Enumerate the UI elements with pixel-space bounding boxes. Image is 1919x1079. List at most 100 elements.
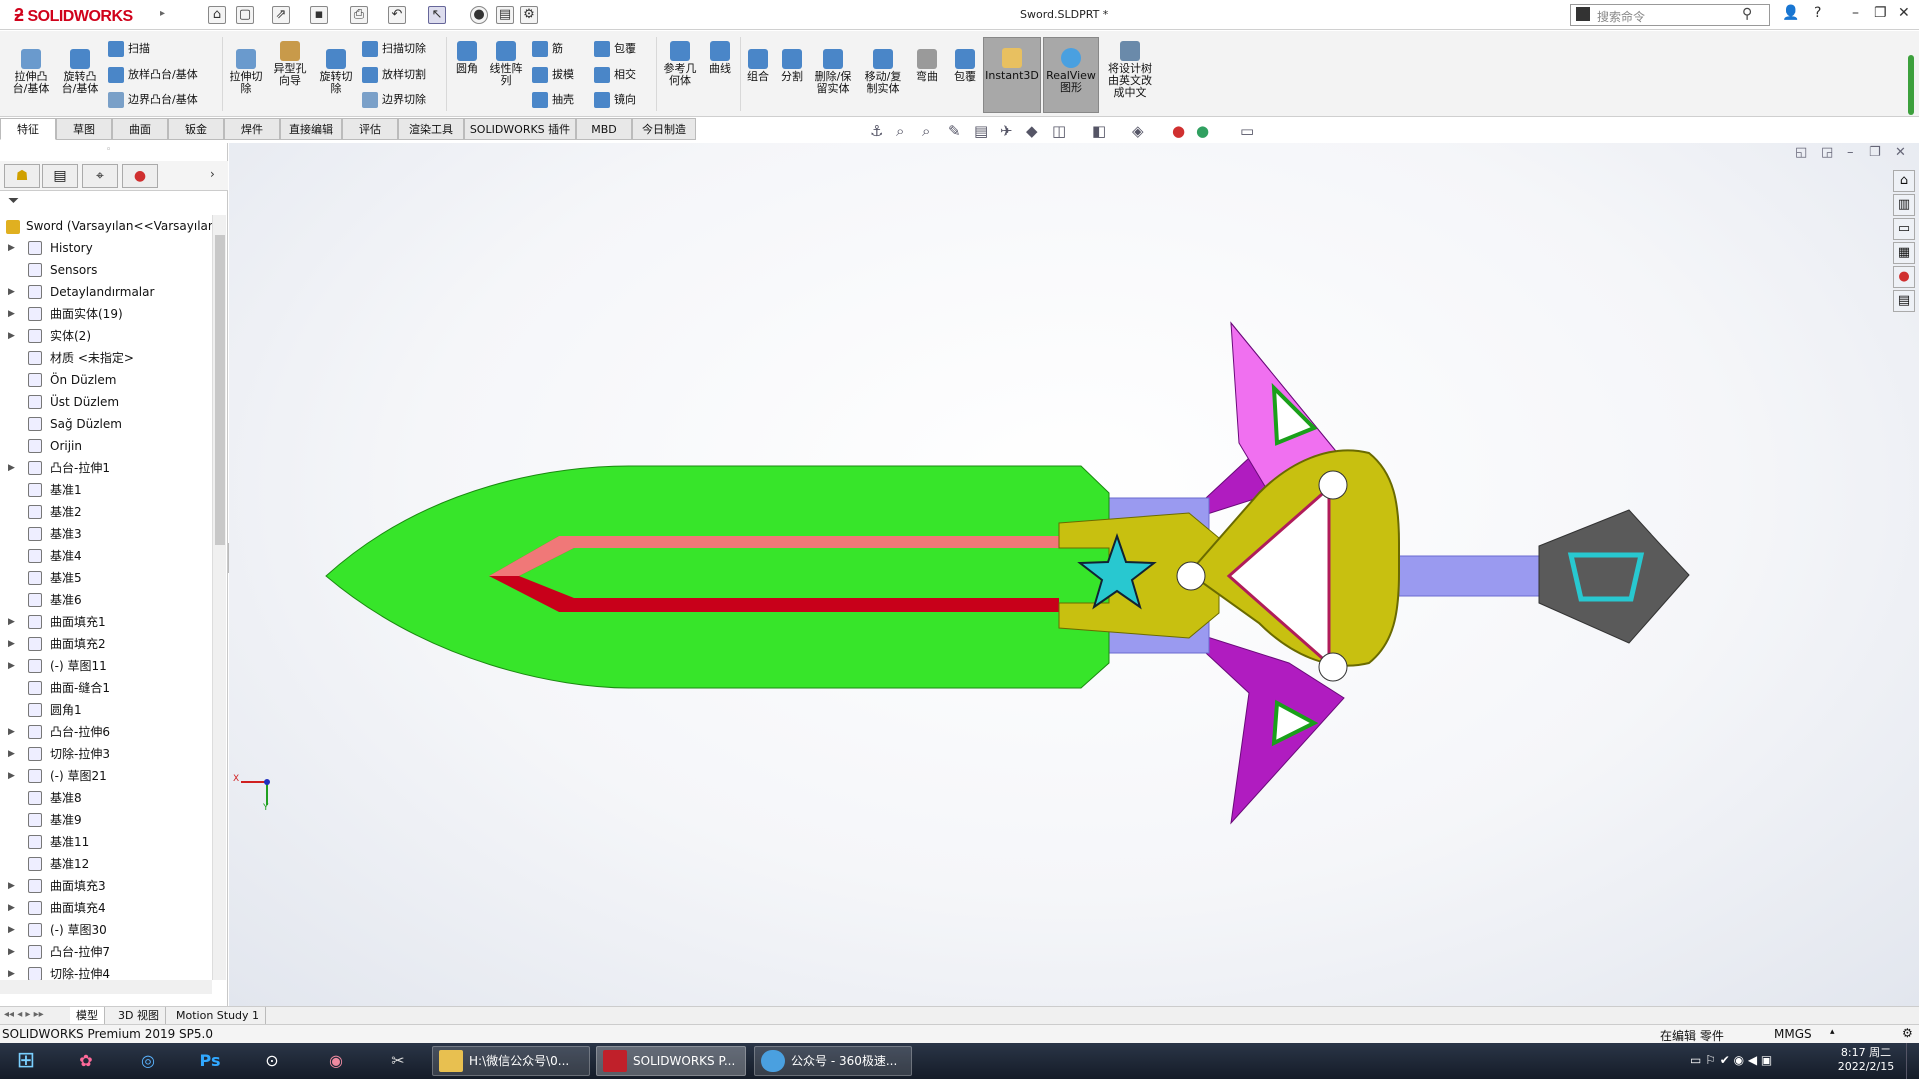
tree-node[interactable]: 基准5 [0,567,212,589]
apply-scene-icon[interactable]: ◈ [1132,122,1144,140]
wrap-button[interactable]: 包覆 [594,39,636,59]
tree-node[interactable]: Orijin [0,435,212,457]
display-style-icon[interactable]: ◆ [1026,122,1038,140]
expand-arrow-icon[interactable]: ▶ [8,325,15,347]
home-icon[interactable]: ⌂ [208,6,226,24]
flex-button[interactable]: 弯曲 [910,49,944,83]
tree-node[interactable]: 基准4 [0,545,212,567]
tree-root-part[interactable]: Sword (Varsayılan<<Varsayılan [6,215,212,237]
tree-node[interactable]: 材质 <未指定> [0,347,212,369]
sword-model[interactable] [229,143,1919,1008]
expand-arrow-icon[interactable]: ▶ [8,897,15,919]
tree-node[interactable]: ▶ 曲面填充3 [0,875,212,897]
photoshop-icon[interactable]: Ps [188,1046,232,1076]
expand-arrow-icon[interactable]: ▶ [8,875,15,897]
tree-node[interactable]: 曲面-缝合1 [0,677,212,699]
save-icon[interactable]: ▪ [310,6,328,24]
linear-pattern-button[interactable]: 线性阵 列 [486,41,526,87]
appearances-icon[interactable]: ● [1893,266,1915,288]
tree-node[interactable]: 基准12 [0,853,212,875]
tree-node[interactable]: ▶ 实体(2) [0,325,212,347]
tree-node[interactable]: 基准2 [0,501,212,523]
search-icon[interactable]: ⚲ [1742,6,1752,22]
tree-node[interactable]: Sensors [0,259,212,281]
tree-node[interactable]: 基准11 [0,831,212,853]
dynamic-annotation-icon[interactable]: ▤ [974,122,988,140]
task-pane-home-icon[interactable]: ⌂ [1893,170,1915,192]
tree-node[interactable]: ▶ 凸台-拉伸7 [0,941,212,963]
file-properties-icon[interactable]: ▤ [496,6,514,24]
tree-node[interactable]: ▶ (-) 草图11 [0,655,212,677]
tree-node[interactable]: Ön Düzlem [0,369,212,391]
tab-scroll-arrows-icon[interactable]: ◂◂ ◂ ▸ ▸▸ [4,1009,44,1020]
select-pointer-icon[interactable]: ↖ [428,6,446,24]
solidworks-logo[interactable]: ƻ SOLIDWORKS [14,5,133,26]
lofted-cut-button[interactable]: 放样切割 [362,65,426,85]
loft-boss-button[interactable]: 放样凸台/基体 [108,65,198,85]
expand-arrow-icon[interactable]: ▶ [8,303,15,325]
edit-appearance-icon[interactable]: ◧ [1092,122,1106,140]
tree-node[interactable]: Üst Düzlem [0,391,212,413]
tree-node[interactable]: ▶ (-) 草图21 [0,765,212,787]
tab-addins[interactable]: SOLIDWORKS 插件 [464,118,576,140]
mirror-button[interactable]: 镜向 [594,90,636,110]
tree-node[interactable]: ▶ 曲面填充4 [0,897,212,919]
tab-sketch[interactable]: 草图 [56,118,112,140]
restore-icon[interactable]: ❐ [1874,5,1887,21]
media-app-icon[interactable]: ⊙ [250,1046,294,1076]
units-arrow-icon[interactable]: ▴ [1830,1027,1835,1037]
zoom-to-fit-icon[interactable]: ⚓ [870,122,883,140]
tree-node[interactable]: ▶ (-) 草图30 [0,919,212,941]
tab-evaluate[interactable]: 评估 [342,118,398,140]
tab-features[interactable]: 特征 [0,118,56,140]
taskbar-app-browser[interactable]: 公众号 - 360极速... [754,1046,912,1076]
open-icon[interactable]: ⇗ [272,6,290,24]
expand-arrow-icon[interactable]: ▶ [8,281,15,303]
logo-menu-arrow-icon[interactable]: ▸ [160,8,165,19]
user-account-icon[interactable]: 👤 [1782,5,1799,21]
taskbar-app-explorer[interactable]: H:\微信公众号\0... [432,1046,590,1076]
hide-show-items-icon[interactable]: ◫ [1052,122,1066,140]
property-manager-tab-icon[interactable]: ▤ [42,164,78,188]
start-button-icon[interactable]: ⊞ [4,1046,48,1076]
move-copy-body-button[interactable]: 移动/复 制实体 [860,49,906,95]
curves-button[interactable]: 曲线 [704,41,736,75]
expand-panel-icon[interactable]: › [210,167,215,181]
feature-tree-tab-icon[interactable]: ☗ [4,164,40,188]
configuration-manager-tab-icon[interactable]: ⌖ [82,164,118,188]
wrap-feature-button[interactable]: 包覆 [948,49,982,83]
draft-button[interactable]: 拔模 [532,65,574,85]
tab-direct-editing[interactable]: 直接编辑 [280,118,342,140]
panel-grip[interactable]: ◦ [106,145,111,155]
previous-view-icon[interactable]: ⌕ [922,122,930,140]
extrude-cut-button[interactable]: 拉伸切 除 [226,49,266,95]
tab-sheet-metal[interactable]: 钣金 [168,118,224,140]
status-options-icon[interactable]: ⚙ [1902,1026,1913,1040]
expand-arrow-icon[interactable]: ▶ [8,237,15,259]
tree-node[interactable]: ▶ 凸台-拉伸1 [0,457,212,479]
realview-button[interactable]: RealView 图形 [1043,37,1099,113]
minimize-icon[interactable]: – [1852,5,1859,21]
options-gear-icon[interactable]: ⚙ [520,6,538,24]
boundary-cut-button[interactable]: 边界切除 [362,90,426,110]
view-settings-icon[interactable]: ▭ [1240,122,1254,140]
filter-icon[interactable]: ⏷ [8,193,19,209]
tab-model[interactable]: 模型 [70,1007,105,1025]
app-icon-2[interactable]: ◉ [314,1046,358,1076]
tab-render-tools[interactable]: 渲染工具 [398,118,464,140]
expand-arrow-icon[interactable]: ▶ [8,919,15,941]
reference-geometry-button[interactable]: 参考几 何体 [660,41,700,87]
tab-3d-views[interactable]: 3D 视图 [112,1007,166,1025]
rib-button[interactable]: 筋 [532,39,563,59]
tray-icons[interactable]: ▭ ⚐ ✔ ◉ ◀ ▣ [1690,1053,1772,1067]
view-orientation-icon[interactable]: ✈ [1000,122,1013,140]
scroll-thumb[interactable] [215,235,225,545]
intersect-button[interactable]: 相交 [594,65,636,85]
tree-node[interactable]: Sağ Düzlem [0,413,212,435]
tree-node[interactable]: ▶ 曲面填充2 [0,633,212,655]
delete-keep-body-button[interactable]: 删除/保 留实体 [810,49,856,95]
rebuild-icon[interactable]: ● [470,6,488,24]
search-commands-input[interactable]: 搜索命令 [1570,4,1770,26]
zoom-to-area-icon[interactable]: ⌕ [896,122,904,140]
instant3d-button[interactable]: Instant3D [983,37,1041,113]
